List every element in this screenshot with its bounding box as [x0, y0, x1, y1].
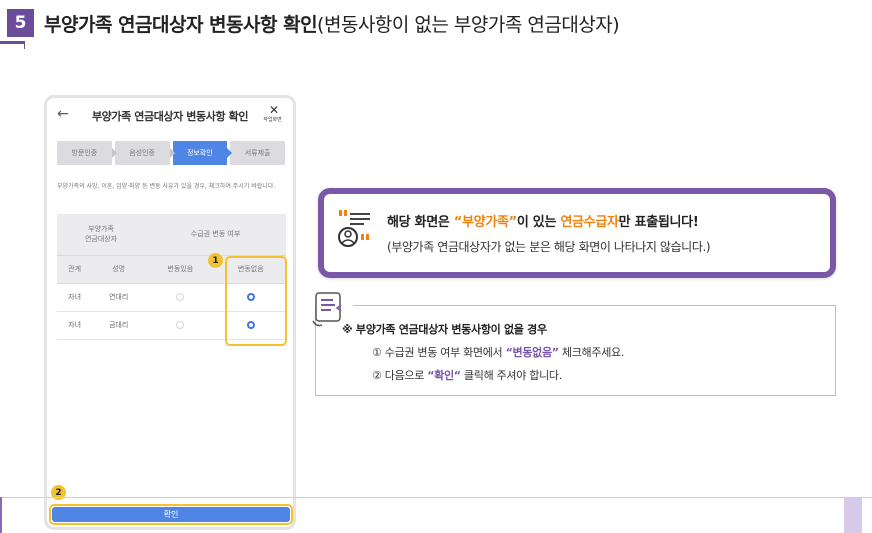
close-icon: ✕	[268, 103, 280, 117]
info-callout: 해당 화면은 “부양가족”이 있는 연금수급자만 표출됩니다! (부양가족 연금…	[318, 188, 836, 278]
marker-1: 1	[208, 253, 223, 268]
step-visit-auth: 방문인증	[57, 141, 117, 165]
notice-text: 클릭해 주셔야 합니다.	[460, 369, 562, 382]
close-label: 작업화면	[263, 117, 282, 123]
step-label: 음성인증	[129, 149, 155, 157]
notice-highlight-unchanged: “변동없음”	[505, 346, 559, 359]
col-header-name: 성명	[92, 255, 146, 284]
callout-text: 이 있는	[516, 215, 561, 230]
step-arrow-icon	[111, 148, 117, 158]
callout-text: 만 표출됩니다!	[618, 215, 699, 230]
page-title: 부양가족 연금대상자 변동사항 확인 (변동사항이 없는 부양가족 연금대상자)	[44, 9, 620, 37]
notice-text: ① 수급권 변동 여부 화면에서	[372, 346, 506, 359]
cell-changed	[145, 311, 216, 340]
col-header-changed: 변동있음	[145, 255, 216, 284]
bottom-left-accent	[0, 497, 2, 533]
step-voice-auth: 음성인증	[114, 141, 175, 165]
page-title-sub: (변동사항이 없는 부양가족 연금대상자)	[317, 13, 620, 36]
step-arrow-icon	[169, 148, 175, 158]
step-label: 정보확인	[186, 149, 213, 157]
phone-screen: ← 부양가족 연금대상자 변동사항 확인 ✕ 작업화면 방문인증 음성인증 정보…	[44, 95, 296, 530]
notice-text: 체크해주세요.	[558, 346, 625, 359]
notice-highlight-confirm: “확인“	[427, 369, 461, 382]
bottom-right-accent	[844, 497, 862, 533]
header-divider	[24, 41, 25, 49]
callout-headline: 해당 화면은 “부양가족”이 있는 연금수급자만 표출됩니다!	[387, 211, 699, 230]
cell-relation: 자녀	[57, 311, 93, 340]
callout-highlight-recipient: 연금수급자	[560, 215, 619, 230]
cell-name: 금대리	[92, 311, 146, 340]
notice-step-1: ① 수급권 변동 여부 화면에서 “변동없음” 체크해주세요.	[372, 344, 624, 360]
highlight-confirm: 확인	[49, 504, 293, 525]
cell-relation: 자녀	[57, 283, 93, 312]
step-number-badge: 5	[7, 9, 34, 37]
notice-title: ※ 부양가족 연금대상자 변동사항이 없을 경우	[342, 323, 547, 336]
instruction-text: 부양가족의 사망, 이혼, 입양·파양 등 변동 사유가 있을 경우, 체크하여…	[57, 183, 276, 190]
bottom-divider	[0, 497, 872, 498]
highlight-unchanged-column	[225, 256, 287, 346]
step-label: 방문인증	[71, 149, 98, 157]
phone-title: 부양가족 연금대상자 변동사항 확인	[91, 110, 249, 123]
cell-changed	[145, 283, 216, 312]
callout-subtext: (부양가족 연금대상자가 없는 분은 해당 화면이 나타나지 않습니다.)	[387, 240, 711, 254]
quote-person-icon	[338, 210, 370, 247]
close-button[interactable]: ✕ 작업화면	[263, 103, 282, 123]
step-document-submit: 서류제출	[230, 141, 285, 165]
confirm-button[interactable]: 확인	[52, 507, 290, 522]
table-group-header-status: 수급권 변동 여부	[145, 214, 286, 256]
radio-changed[interactable]	[176, 293, 185, 301]
cell-name: 연대리	[92, 283, 146, 312]
page-title-main: 부양가족 연금대상자 변동사항 확인	[44, 13, 318, 36]
progress-steps: 방문인증 음성인증 정보확인 서류제출	[57, 141, 285, 165]
step-info-check: 정보확인	[172, 141, 233, 165]
callout-highlight-dependents: “부양가족”	[453, 215, 517, 230]
step-arrow-icon	[227, 148, 233, 158]
radio-changed[interactable]	[176, 321, 185, 329]
header-underline	[0, 41, 25, 44]
table-group-header-dependents: 부양가족 연금대상자	[57, 214, 146, 256]
notice-step-2: ② 다음으로 “확인“ 클릭해 주셔야 합니다.	[372, 367, 562, 383]
col-header-relation: 관계	[57, 255, 93, 284]
step-label: 서류제출	[244, 149, 271, 157]
callout-text: 해당 화면은	[387, 215, 454, 230]
notice-text: ② 다음으로	[372, 369, 428, 382]
